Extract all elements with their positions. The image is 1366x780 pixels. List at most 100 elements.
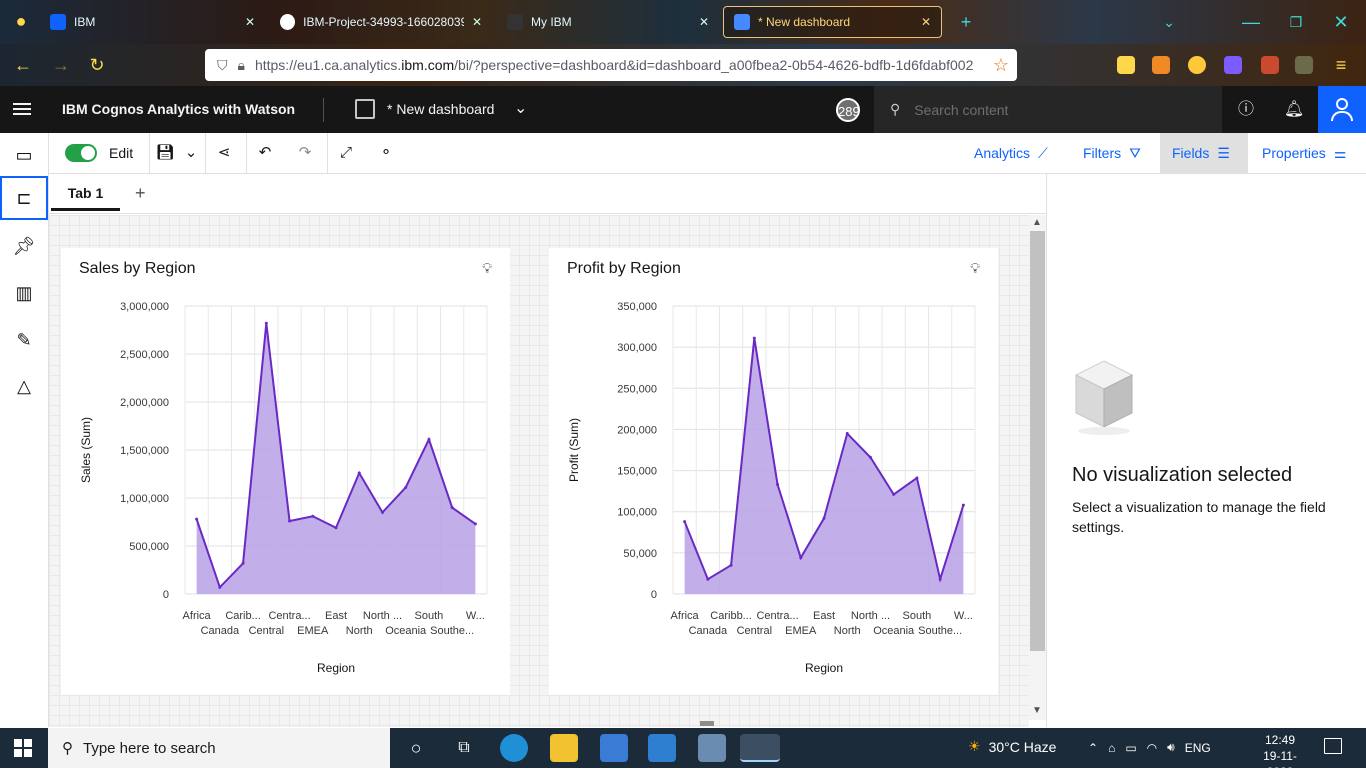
data-point[interactable] bbox=[450, 506, 454, 510]
weather-widget[interactable]: ☀ 30°C Haze bbox=[968, 738, 1056, 755]
data-point[interactable] bbox=[845, 432, 849, 436]
data-point[interactable] bbox=[473, 522, 477, 526]
wifi-icon[interactable]: ◠ bbox=[1147, 741, 1157, 755]
chevron-down-icon[interactable]: ⌄ bbox=[514, 98, 527, 118]
search-input[interactable]: ⚲ Search content bbox=[874, 86, 1222, 133]
chevron-down-icon[interactable]: ⌄ bbox=[1158, 11, 1180, 33]
pocket-icon[interactable] bbox=[1117, 56, 1135, 74]
mail-icon[interactable] bbox=[648, 734, 676, 762]
action-center-icon[interactable] bbox=[1324, 738, 1342, 754]
task-view-icon[interactable]: ⧉ bbox=[450, 734, 478, 762]
taskbar-search-input[interactable]: ⚲ Type here to search bbox=[48, 728, 390, 768]
lock-icon[interactable]: 🔒︎ bbox=[238, 57, 245, 74]
data-point[interactable] bbox=[264, 321, 268, 325]
comment-icon[interactable]: ▭ bbox=[0, 133, 48, 177]
data-tree-icon[interactable]: ⊏ bbox=[0, 176, 48, 220]
data-point[interactable] bbox=[938, 577, 942, 581]
data-point[interactable] bbox=[915, 476, 919, 480]
dashboard-title[interactable]: * New dashboard bbox=[387, 101, 494, 117]
data-point[interactable] bbox=[892, 492, 896, 496]
assistant-icon[interactable]: △ bbox=[0, 364, 48, 408]
fields-button[interactable]: Fields ☰ bbox=[1160, 133, 1248, 173]
data-point[interactable] bbox=[683, 520, 687, 524]
analytics-button[interactable]: Analytics ⟋ bbox=[962, 133, 1060, 173]
network-icon[interactable]: ⌂ bbox=[1108, 741, 1115, 755]
cortana-icon[interactable]: ○ bbox=[402, 734, 430, 762]
filters-button[interactable]: Filters ⛛ bbox=[1071, 133, 1153, 173]
data-point[interactable] bbox=[706, 577, 710, 581]
forward-icon[interactable]: → bbox=[50, 54, 72, 76]
properties-button[interactable]: Properties ⚌ bbox=[1250, 133, 1358, 173]
browser-tab-ibm[interactable]: IBM ✕ bbox=[40, 6, 265, 38]
widgets-icon[interactable]: ✎ bbox=[0, 318, 48, 362]
data-point[interactable] bbox=[752, 336, 756, 340]
extension-icon[interactable] bbox=[1295, 56, 1313, 74]
hamburger-menu-icon[interactable]: ≡ bbox=[1330, 54, 1352, 76]
battery-icon[interactable]: ▭ bbox=[1125, 741, 1136, 755]
data-point[interactable] bbox=[822, 516, 826, 520]
data-point[interactable] bbox=[776, 483, 780, 487]
data-point[interactable] bbox=[288, 519, 292, 523]
data-point[interactable] bbox=[729, 563, 733, 567]
store-icon[interactable] bbox=[600, 734, 628, 762]
windows-start-icon[interactable] bbox=[14, 739, 32, 757]
edge-icon[interactable] bbox=[500, 734, 528, 762]
language-indicator[interactable]: ENG bbox=[1185, 741, 1211, 755]
lightbulb-icon[interactable]: 💡︎ bbox=[482, 260, 492, 277]
browser-tab-new-dashboard[interactable]: * New dashboard ✕ bbox=[723, 6, 942, 38]
dashlane-icon[interactable] bbox=[1224, 56, 1242, 74]
data-point[interactable] bbox=[380, 510, 384, 514]
file-explorer-icon[interactable] bbox=[550, 734, 578, 762]
data-point[interactable] bbox=[218, 585, 222, 589]
restore-icon[interactable]: ❐ bbox=[1285, 11, 1307, 33]
chevron-up-icon[interactable]: ⌃ bbox=[1088, 741, 1098, 755]
chevron-down-icon[interactable]: ⌄ bbox=[181, 143, 201, 163]
reload-icon[interactable]: ↻ bbox=[86, 54, 108, 76]
notification-count-badge[interactable]: 289 bbox=[836, 98, 860, 122]
amazon-icon[interactable] bbox=[1152, 56, 1170, 74]
extension-icon[interactable] bbox=[1188, 56, 1206, 74]
firefox-taskbar-icon[interactable] bbox=[740, 734, 780, 762]
url-bar[interactable]: ⛉ 🔒︎ https://eu1.ca.analytics.ibm.com/bi… bbox=[205, 49, 1017, 81]
hamburger-menu-icon[interactable] bbox=[13, 100, 31, 118]
add-tab-button[interactable]: + bbox=[135, 183, 146, 204]
resize-handle[interactable] bbox=[700, 721, 714, 726]
redo-icon[interactable]: ↷ bbox=[295, 143, 315, 163]
fullscreen-icon[interactable]: ⤢ bbox=[336, 143, 356, 163]
desc-extension-icon[interactable] bbox=[1261, 56, 1279, 74]
bookmark-star-icon[interactable]: ☆ bbox=[990, 54, 1012, 76]
browser-tab-my-ibm[interactable]: My IBM ✕ bbox=[497, 6, 719, 38]
data-point[interactable] bbox=[799, 556, 803, 560]
data-point[interactable] bbox=[357, 471, 361, 475]
user-avatar-icon[interactable] bbox=[1318, 86, 1366, 133]
close-tab-icon[interactable]: ✕ bbox=[699, 15, 709, 29]
scroll-down-icon[interactable]: ▼ bbox=[1032, 705, 1042, 716]
canvas-scrollbar[interactable]: ▲ ▼ bbox=[1029, 215, 1046, 720]
undo-icon[interactable]: ↶ bbox=[255, 143, 275, 163]
back-icon[interactable]: ← bbox=[12, 54, 34, 76]
scrollbar-thumb[interactable] bbox=[1030, 231, 1045, 651]
sales-by-region-widget[interactable]: 3,000,000 2,500,000 2,000,000 1,500,000 1,00… bbox=[61, 248, 510, 695]
browser-tab-github[interactable]: IBM-Project-34993-1660280397 ✕ bbox=[270, 6, 492, 38]
data-point[interactable] bbox=[868, 455, 872, 459]
profit-by-region-widget[interactable]: 350,000 300,000 250,000 200,000 150,000 100,0… bbox=[549, 248, 998, 695]
data-point[interactable] bbox=[334, 526, 338, 530]
close-tab-icon[interactable]: ✕ bbox=[921, 15, 931, 29]
share-icon[interactable]: ⋖ bbox=[214, 143, 234, 163]
notifications-bell-icon[interactable]: 🔔︎ bbox=[1282, 98, 1306, 122]
pin-icon[interactable]: 📌︎ bbox=[0, 224, 48, 268]
data-point[interactable] bbox=[241, 561, 245, 565]
scroll-up-icon[interactable]: ▲ bbox=[1032, 217, 1042, 228]
shield-icon[interactable]: ⛉ bbox=[217, 57, 228, 74]
data-point[interactable] bbox=[427, 437, 431, 441]
firefox-icon[interactable]: ● bbox=[10, 10, 32, 32]
data-point[interactable] bbox=[961, 503, 965, 507]
data-point[interactable] bbox=[404, 485, 408, 489]
edit-mode-toggle[interactable] bbox=[65, 144, 97, 162]
visualizations-icon[interactable]: ▥ bbox=[0, 271, 48, 315]
minimize-icon[interactable]: — bbox=[1240, 11, 1262, 33]
relationships-icon[interactable]: ⚬ bbox=[376, 143, 396, 163]
help-icon[interactable]: ⓘ bbox=[1234, 98, 1258, 122]
close-tab-icon[interactable]: ✕ bbox=[245, 15, 255, 29]
tab-1[interactable]: Tab 1 bbox=[51, 174, 120, 211]
